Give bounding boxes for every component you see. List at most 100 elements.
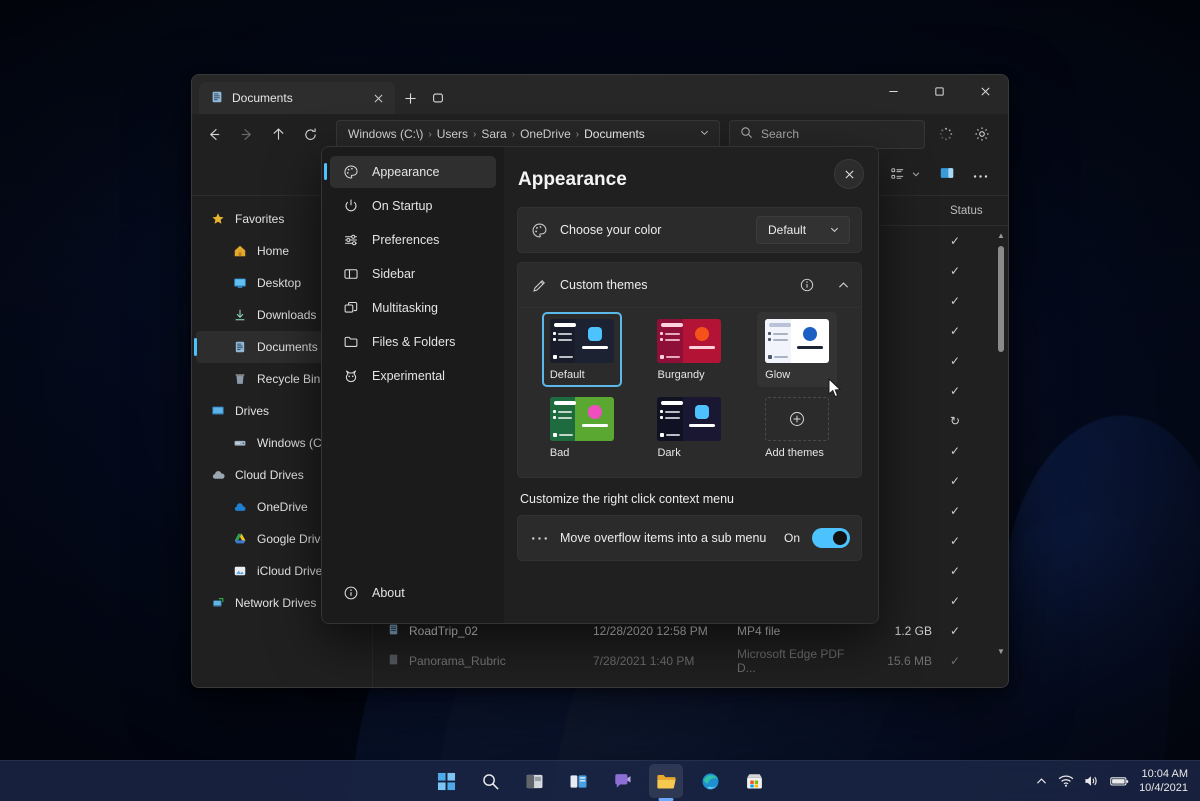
- status-badge: ✓: [932, 594, 1002, 608]
- tab-close-button[interactable]: [367, 87, 389, 109]
- maximize-button[interactable]: [916, 75, 962, 107]
- task-view-button[interactable]: [561, 764, 595, 798]
- status-badge: ✓: [932, 264, 1002, 278]
- sidebar-label: Favorites: [235, 212, 284, 226]
- theme-thumbnail: [765, 319, 829, 363]
- search-placeholder: Search: [761, 127, 799, 141]
- scroll-down-arrow-icon[interactable]: ▼: [996, 644, 1006, 658]
- forward-button[interactable]: [231, 119, 261, 149]
- refresh-button[interactable]: [295, 119, 325, 149]
- pdf-file-icon: [387, 653, 400, 669]
- table-row[interactable]: Panorama_Rubric 7/28/2021 1:40 PM Micros…: [373, 646, 1008, 676]
- theme-option-burgandy[interactable]: Burgandy: [649, 312, 729, 387]
- edge-button[interactable]: [693, 764, 727, 798]
- settings-nav-label: Sidebar: [372, 267, 415, 281]
- theme-thumbnail: [550, 319, 614, 363]
- info-circle-icon[interactable]: [799, 277, 815, 293]
- settings-close-button[interactable]: [834, 159, 864, 189]
- settings-nav-label: Multitasking: [372, 301, 438, 315]
- speaker-icon[interactable]: [1084, 774, 1100, 788]
- chevron-up-icon[interactable]: [1035, 775, 1048, 788]
- gear-icon[interactable]: [967, 119, 997, 149]
- hard-drive-icon: [232, 435, 248, 451]
- settings-nav-sidebar[interactable]: Sidebar: [330, 258, 496, 290]
- wifi-icon[interactable]: [1058, 774, 1074, 788]
- view-options-button[interactable]: [882, 160, 929, 190]
- theme-label: Dark: [657, 447, 680, 459]
- tab-title: Documents: [232, 91, 359, 105]
- new-tab-button[interactable]: [397, 84, 423, 112]
- clock[interactable]: 10:04 AM 10/4/2021: [1139, 767, 1190, 795]
- file-date: 12/28/2020 12:58 PM: [593, 624, 737, 638]
- breadcrumb-item[interactable]: Documents: [584, 127, 645, 141]
- close-button[interactable]: [962, 75, 1008, 107]
- column-header-status[interactable]: Status: [932, 205, 1002, 217]
- file-size: 1.2 GB: [854, 624, 932, 638]
- settings-nav-spacer: [330, 394, 496, 577]
- theme-option-default[interactable]: Default: [542, 312, 622, 387]
- themes-grid: Default: [518, 307, 861, 477]
- theme-option-glow[interactable]: Glow: [757, 312, 837, 387]
- tab-list-button[interactable]: [425, 84, 451, 112]
- file-list-scrollbar[interactable]: ▲ ▼: [996, 228, 1006, 658]
- battery-icon[interactable]: [1110, 776, 1129, 787]
- status-badge: ✓: [932, 564, 1002, 578]
- settings-nav-on-startup[interactable]: On Startup: [330, 190, 496, 222]
- add-themes-button[interactable]: Add themes: [757, 390, 837, 465]
- scroll-up-arrow-icon[interactable]: ▲: [996, 228, 1006, 242]
- sidebar-label: iCloud Drive: [257, 564, 322, 578]
- file-date: 7/28/2021 1:40 PM: [593, 654, 737, 668]
- settings-nav-appearance[interactable]: Appearance: [330, 156, 496, 188]
- file-type: MP4 file: [737, 624, 854, 638]
- theme-option-dark[interactable]: Dark: [649, 390, 729, 465]
- recycle-bin-icon: [232, 371, 248, 387]
- start-button[interactable]: [429, 764, 463, 798]
- theme-option-bad[interactable]: Bad: [542, 390, 622, 465]
- overflow-card: Move overflow items into a sub menu On: [517, 515, 862, 561]
- theme-thumbnail: [550, 397, 614, 441]
- microsoft-store-button[interactable]: [737, 764, 771, 798]
- theme-label: Default: [550, 369, 585, 381]
- status-badge: ↻: [932, 414, 1002, 428]
- icloud-icon: [232, 563, 248, 579]
- settings-nav-about[interactable]: About: [330, 577, 496, 609]
- ellipsis-icon: [531, 536, 548, 541]
- context-menu-section-title: Customize the right click context menu: [520, 492, 862, 506]
- chevron-down-icon[interactable]: [699, 127, 713, 141]
- page-title: Appearance: [518, 169, 862, 191]
- scrollbar-thumb[interactable]: [998, 246, 1004, 352]
- breadcrumb-item[interactable]: OneDrive: [520, 127, 571, 141]
- chevron-up-icon[interactable]: [837, 279, 850, 292]
- title-bar: Documents: [192, 75, 1008, 114]
- status-badge: ✓: [932, 294, 1002, 308]
- details-pane-button[interactable]: [931, 160, 963, 190]
- tab-documents[interactable]: Documents: [199, 82, 395, 114]
- custom-themes-header[interactable]: Custom themes: [518, 263, 861, 307]
- search-button[interactable]: [473, 764, 507, 798]
- settings-nav-experimental[interactable]: Experimental: [330, 360, 496, 392]
- custom-themes-card: Custom themes: [517, 262, 862, 478]
- tab-strip: Documents: [192, 82, 870, 114]
- status-badge: ✓: [932, 534, 1002, 548]
- minimize-button[interactable]: [870, 75, 916, 107]
- settings-nav-multitasking[interactable]: Multitasking: [330, 292, 496, 324]
- monitor-icon: [210, 403, 226, 419]
- documents-icon: [210, 90, 224, 107]
- up-button[interactable]: [263, 119, 293, 149]
- address-bar[interactable]: Windows (C:\) › Users › Sara › OneDrive …: [336, 120, 720, 149]
- sidebar-label: Documents: [257, 340, 318, 354]
- color-select[interactable]: Default: [756, 216, 850, 244]
- breadcrumb-item[interactable]: Sara: [481, 127, 506, 141]
- settings-nav-files-folders[interactable]: Files & Folders: [330, 326, 496, 358]
- search-input[interactable]: Search: [729, 120, 925, 149]
- chat-button[interactable]: [605, 764, 639, 798]
- file-explorer-button[interactable]: [649, 764, 683, 798]
- overflow-submenu-toggle[interactable]: [812, 528, 850, 548]
- widgets-button[interactable]: [517, 764, 551, 798]
- more-options-button[interactable]: [965, 160, 996, 190]
- breadcrumb-item[interactable]: Users: [437, 127, 468, 141]
- settings-nav-label: Preferences: [372, 233, 439, 247]
- settings-nav-preferences[interactable]: Preferences: [330, 224, 496, 256]
- back-button[interactable]: [199, 119, 229, 149]
- breadcrumb-item[interactable]: Windows (C:\): [348, 127, 423, 141]
